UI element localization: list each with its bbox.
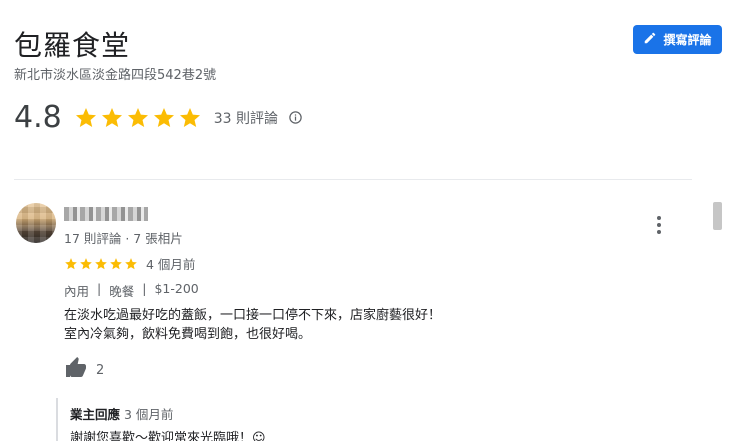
star-icon [125, 257, 137, 269]
reviewer-meta: 17 則評論 · 7 張相片 [64, 231, 183, 246]
star-icon [110, 257, 122, 269]
star-icon [127, 107, 148, 127]
like-row: 2 [64, 356, 104, 384]
review-time: 4 個月前 [146, 257, 196, 272]
avatar[interactable] [16, 203, 56, 243]
owner-reply-header: 業主回應 3 個月前 [70, 404, 696, 423]
thumb-up-icon[interactable] [64, 356, 88, 384]
star-icon [65, 257, 77, 269]
pencil-icon [643, 31, 657, 48]
write-review-button[interactable]: 撰寫評論 [633, 25, 722, 54]
star-icon [95, 257, 107, 269]
rating-summary: 4.8 33 則評論 [14, 100, 303, 135]
tag-separator: | [142, 281, 147, 296]
reviewer-name-redacted[interactable] [64, 207, 148, 221]
place-reviews-panel: 包羅食堂 新北市淡水區淡金路四段542巷2號 撰寫評論 4.8 33 則評論 1… [0, 0, 750, 441]
review-text-line: 在淡水吃過最好吃的蓋飯，一口接一口停不下來，店家廚藝很好！ [64, 308, 442, 323]
more-dot [657, 223, 661, 227]
tag-meal: 晚餐 [109, 284, 135, 299]
star-icon [153, 107, 174, 127]
review-tags: 內用 | 晚餐 | $1-200 [64, 281, 199, 300]
review-rating-row: 4 個月前 [64, 254, 195, 273]
review-text-line: 室內冷氣夠，飲料免費喝到飽，也很好喝。 [64, 327, 312, 342]
review-stars [64, 257, 138, 271]
star-icon [80, 257, 92, 269]
star-icon [75, 107, 96, 127]
owner-reply-text: 謝謝您喜歡～歡迎常來光臨哦！☺ [70, 431, 266, 441]
like-count: 2 [96, 362, 105, 378]
tag-price: $1-200 [154, 281, 199, 296]
star-icon [101, 107, 122, 127]
scrollbar-thumb[interactable] [713, 202, 722, 230]
rating-score: 4.8 [14, 100, 62, 135]
review-text: 在淡水吃過最好吃的蓋飯，一口接一口停不下來，店家廚藝很好！ 室內冷氣夠，飲料免費… [64, 306, 684, 344]
tag-separator: | [97, 281, 102, 296]
write-review-label: 撰寫評論 [663, 33, 712, 47]
owner-reply: 業主回應 3 個月前 謝謝您喜歡～歡迎常來光臨哦！☺ [56, 398, 696, 441]
place-title: 包羅食堂 [14, 29, 131, 62]
owner-reply-label: 業主回應 [70, 407, 121, 422]
more-dot [657, 216, 661, 220]
more-dot [657, 230, 661, 234]
info-icon[interactable] [288, 110, 303, 125]
owner-reply-time: 3 個月前 [124, 407, 174, 422]
place-address: 新北市淡水區淡金路四段542巷2號 [14, 68, 217, 83]
avatar-pixelation [16, 203, 56, 243]
rating-stars [74, 106, 202, 130]
section-divider [14, 179, 692, 180]
more-vert-icon[interactable] [651, 214, 667, 236]
review-count: 33 則評論 [213, 110, 278, 127]
tag-dine-in: 內用 [64, 284, 90, 299]
star-icon [179, 107, 200, 127]
